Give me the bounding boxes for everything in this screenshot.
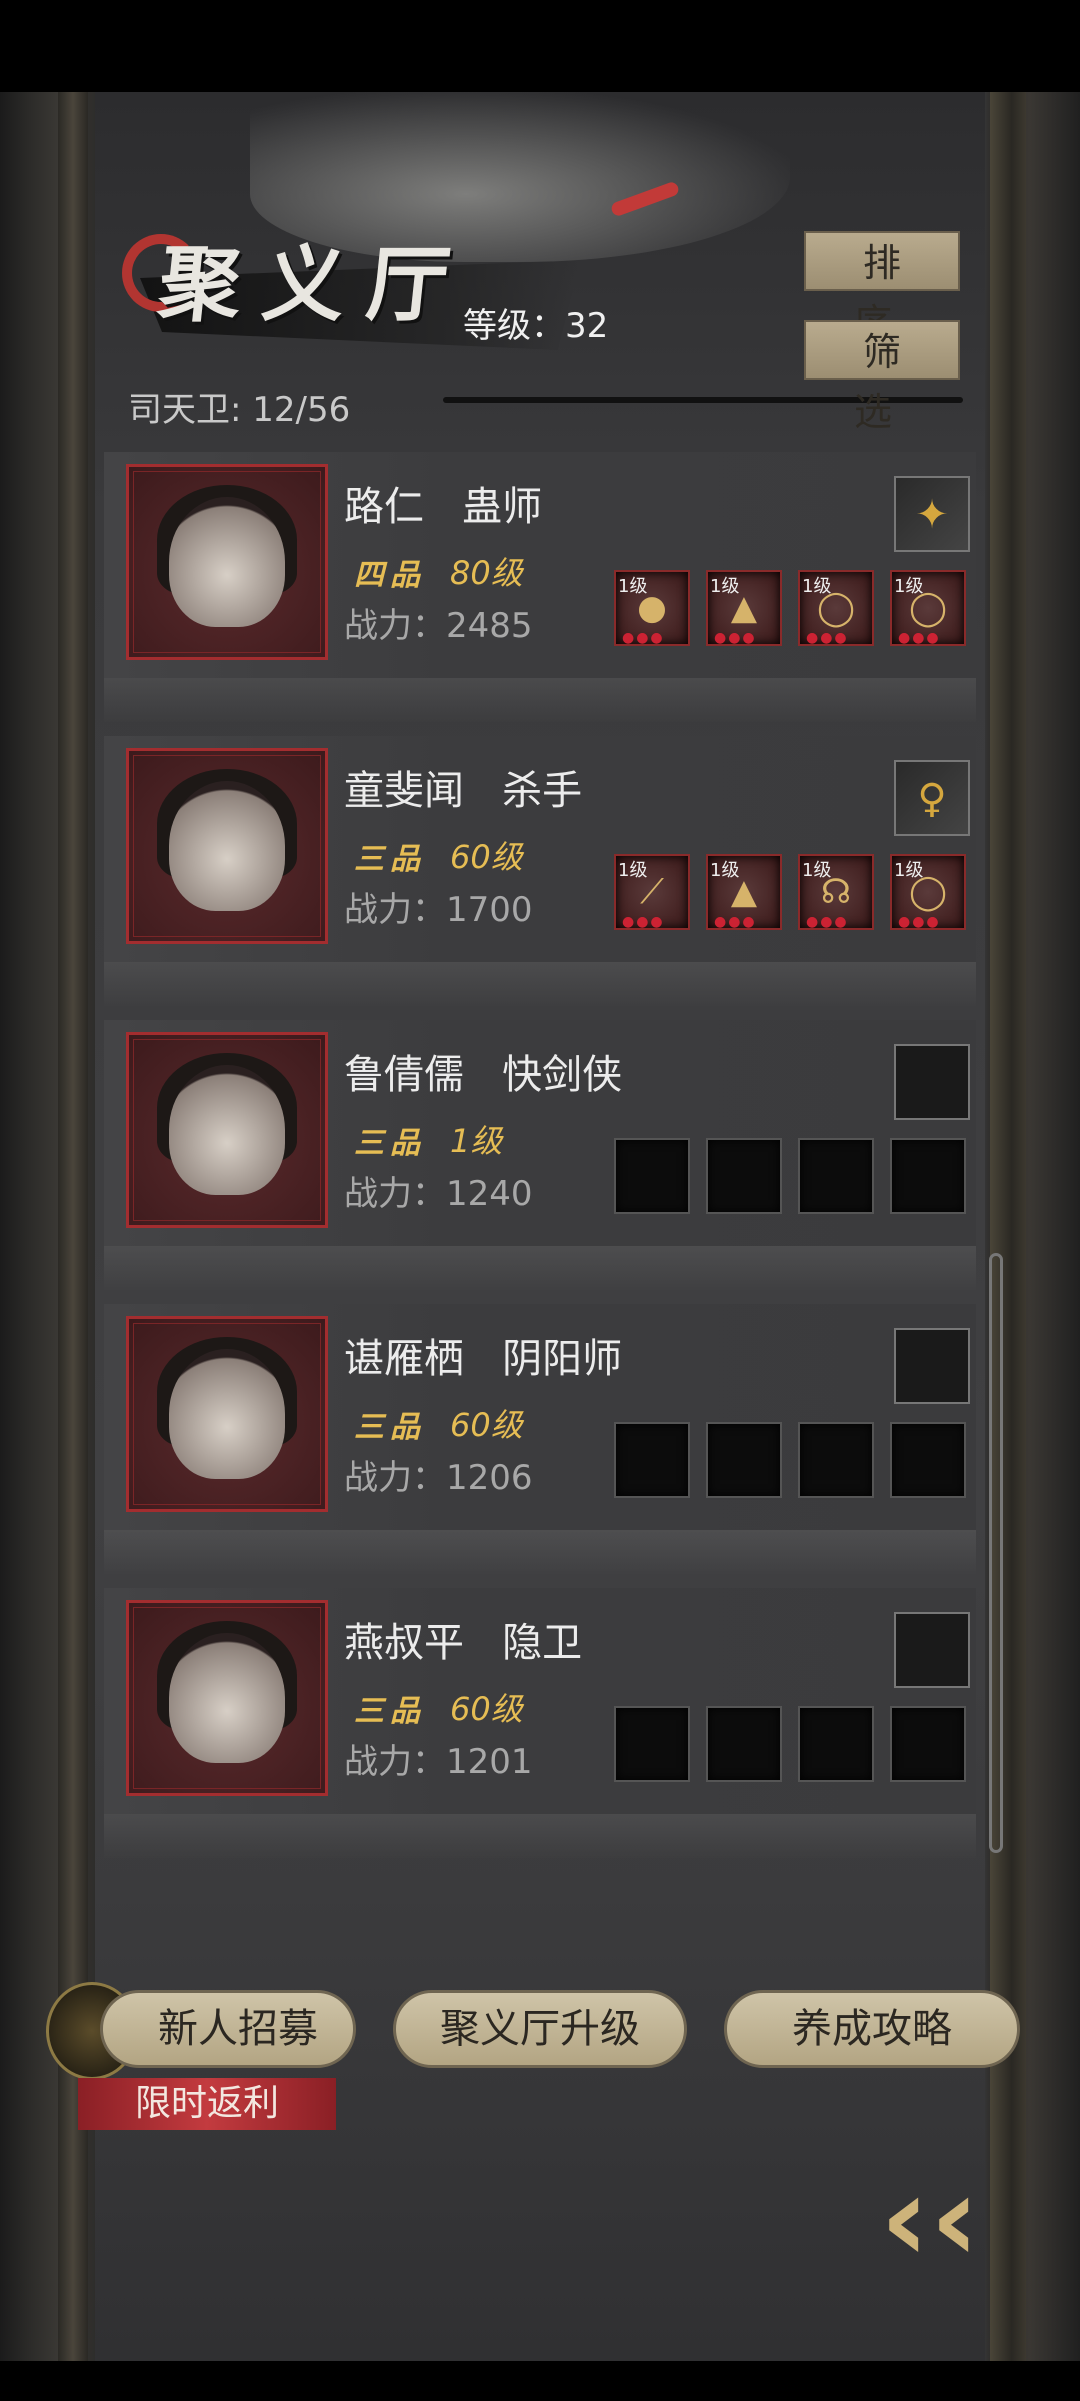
- gear-star-dots: ●●●: [714, 914, 757, 930]
- empty-slot-icon[interactable]: [894, 1044, 970, 1120]
- empty-gear-slot[interactable]: [890, 1422, 966, 1498]
- hero-portrait[interactable]: [126, 464, 328, 660]
- empty-gear-slot[interactable]: [614, 1422, 690, 1498]
- gear-glyph: ●: [637, 588, 667, 628]
- hero-name: 燕叔平 隐卫: [344, 1620, 583, 1666]
- hero-level: 60级: [450, 1690, 523, 1728]
- weapon-glyph: ♀: [917, 776, 947, 822]
- gear-star-dots: ●●●: [898, 914, 941, 930]
- double-chevron-left-icon[interactable]: ‹ ‹: [860, 2160, 1020, 2290]
- hero-name: 谌雁栖 阴阳师: [344, 1336, 623, 1382]
- hero-portrait[interactable]: [126, 1032, 328, 1228]
- gear-star-dots: ●●●: [714, 630, 757, 646]
- hero-level: 60级: [450, 1406, 523, 1444]
- staff-icon[interactable]: ✦: [894, 476, 970, 552]
- hero-level: 1级: [450, 1122, 503, 1160]
- promo-badge: 限时返利: [78, 2078, 336, 2130]
- empty-gear-slot[interactable]: [706, 1422, 782, 1498]
- portrait-face: [169, 781, 285, 911]
- hero-portrait[interactable]: [126, 1600, 328, 1796]
- gear-star-dots: ●●●: [898, 630, 941, 646]
- page-title: 聚义厅: [154, 237, 477, 333]
- hero-power: 战力：1240: [344, 1174, 533, 1214]
- empty-gear-slot[interactable]: [614, 1138, 690, 1214]
- hero-name: 鲁倩儒 快剑侠: [344, 1052, 623, 1098]
- gear-glyph: ☊: [820, 872, 852, 912]
- hero-grade: 四品: [354, 558, 426, 593]
- hero-power: 战力：1700: [344, 890, 533, 930]
- gear-star-dots: ●●●: [622, 914, 665, 930]
- hero-grade: 三品: [354, 842, 426, 877]
- gear-star-dots: ●●●: [806, 630, 849, 646]
- hero-level: 80级: [450, 554, 523, 592]
- hero-portrait[interactable]: [126, 1316, 328, 1512]
- portrait-face: [169, 1349, 285, 1479]
- ring-icon[interactable]: 1级 ◯ ●●●: [798, 570, 874, 646]
- hero-portrait[interactable]: [126, 748, 328, 944]
- empty-slot-icon[interactable]: [894, 1612, 970, 1688]
- empty-slot-icon[interactable]: [894, 1328, 970, 1404]
- gear-glyph: ⟋: [640, 872, 664, 912]
- empty-gear-slot[interactable]: [706, 1138, 782, 1214]
- armor-icon[interactable]: 1级 ▲ ●●●: [706, 570, 782, 646]
- empty-gear-slot[interactable]: [890, 1138, 966, 1214]
- weapon-glyph: ✦: [915, 492, 949, 538]
- gear-glyph: ▲: [730, 872, 758, 912]
- hero-card[interactable]: 童斐闻 杀手 三品 60级 战力：1700 ♀ 1级 ⟋ ●●● 1级 ▲ ●●…: [104, 736, 976, 1006]
- hero-card[interactable]: 谌雁栖 阴阳师 三品 60级 战力：1206: [104, 1304, 976, 1574]
- hall-upgrade-button[interactable]: 聚义厅升级: [393, 1990, 687, 2068]
- ring-icon[interactable]: 1级 ◯ ●●●: [890, 854, 966, 930]
- gear-star-dots: ●●●: [806, 914, 849, 930]
- hall-level: 等级：32: [463, 306, 609, 346]
- hero-name: 路仁 蛊师: [344, 484, 543, 530]
- empty-gear-slot[interactable]: [706, 1706, 782, 1782]
- dagger-icon[interactable]: 1级 ⟋ ●●●: [614, 854, 690, 930]
- hero-card[interactable]: 燕叔平 隐卫 三品 60级 战力：1201: [104, 1588, 976, 1858]
- hero-power: 战力：2485: [344, 606, 533, 646]
- hero-card[interactable]: 路仁 蛊师 四品 80级 战力：2485 ✦ 1级 ● ●●● 1级 ▲ ●●●…: [104, 452, 976, 722]
- gourd-icon[interactable]: 1级 ● ●●●: [614, 570, 690, 646]
- empty-gear-slot[interactable]: [798, 1706, 874, 1782]
- hero-power: 战力：1206: [344, 1458, 533, 1498]
- ladle-icon[interactable]: ♀: [894, 760, 970, 836]
- ring-icon[interactable]: 1级 ◯ ●●●: [890, 570, 966, 646]
- gear-glyph: ◯: [816, 588, 856, 628]
- portrait-face: [169, 1065, 285, 1195]
- armor-icon[interactable]: 1级 ▲ ●●●: [706, 854, 782, 930]
- scrollbar[interactable]: [989, 1253, 1003, 1853]
- gear-glyph: ◯: [908, 872, 948, 912]
- hero-grade: 三品: [354, 1410, 426, 1445]
- empty-gear-slot[interactable]: [890, 1706, 966, 1782]
- hero-level: 60级: [450, 838, 523, 876]
- gear-glyph: ◯: [908, 588, 948, 628]
- amulet-icon[interactable]: 1级 ☊ ●●●: [798, 854, 874, 930]
- portrait-face: [169, 1633, 285, 1763]
- hero-grade: 三品: [354, 1694, 426, 1729]
- hero-card[interactable]: 鲁倩儒 快剑侠 三品 1级 战力：1240: [104, 1020, 976, 1290]
- gear-glyph: ▲: [730, 588, 758, 628]
- empty-gear-slot[interactable]: [798, 1422, 874, 1498]
- hero-power: 战力：1201: [344, 1742, 533, 1782]
- hero-name: 童斐闻 杀手: [344, 768, 583, 814]
- nav-bar: [0, 2361, 1080, 2401]
- recruit-button[interactable]: 新人招募: [100, 1990, 356, 2068]
- sort-button[interactable]: 排 序: [804, 231, 960, 345]
- empty-gear-slot[interactable]: [614, 1706, 690, 1782]
- empty-gear-slot[interactable]: [798, 1138, 874, 1214]
- gear-star-dots: ●●●: [622, 630, 665, 646]
- member-count: 司天卫: 12/56: [128, 390, 351, 430]
- status-bar: [0, 0, 1080, 92]
- guide-button[interactable]: 养成攻略: [724, 1990, 1020, 2068]
- filter-button[interactable]: 筛 选: [804, 320, 960, 434]
- hero-grade: 三品: [354, 1126, 426, 1161]
- portrait-face: [169, 497, 285, 627]
